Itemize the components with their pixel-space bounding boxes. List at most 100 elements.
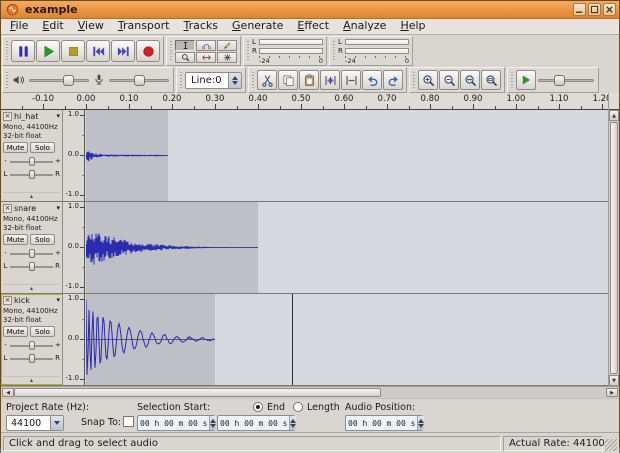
horizontal-scroll-track[interactable]	[14, 388, 606, 398]
gain-slider[interactable]: - +	[3, 339, 61, 351]
envelope-tool-button[interactable]	[196, 39, 216, 51]
redo-button[interactable]	[383, 70, 403, 91]
vertical-ruler[interactable]: 1.0 0.0 -1.0	[63, 294, 85, 386]
track-close-button[interactable]: ×	[3, 204, 12, 214]
waveform-display[interactable]	[85, 294, 608, 386]
waveform-display[interactable]	[85, 110, 608, 202]
audio-clip[interactable]	[86, 110, 168, 202]
vertical-scroll-thumb[interactable]	[610, 122, 618, 375]
mute-button[interactable]: Mute	[3, 234, 28, 246]
horizontal-scrollbar[interactable]: ◀ ▶	[1, 386, 619, 399]
timeline-ruler[interactable]: -0.10 0.00 0.10 0.20 0.30 0.40 0.50 0.60 0.70 0.8…	[1, 93, 608, 111]
audio-position-time[interactable]: 00 h 00 m 00 s	[345, 415, 425, 432]
slider-thumb[interactable]	[28, 248, 35, 258]
scroll-up-icon[interactable]: ▲	[609, 110, 619, 122]
selection-start-time[interactable]: 00 h 00 m 00 s	[137, 415, 217, 432]
input-volume-slider[interactable]	[108, 72, 170, 88]
track-collapse-button[interactable]: ▴	[3, 376, 60, 384]
end-radio-label[interactable]: End	[267, 402, 285, 413]
combo-spin-buttons[interactable]	[228, 72, 241, 88]
play-speed-slider[interactable]	[537, 72, 595, 88]
scroll-down-icon[interactable]: ▼	[609, 375, 619, 387]
selection-end-time[interactable]: 00 h 00 m 00 s	[217, 415, 297, 432]
audio-clip[interactable]	[86, 294, 215, 386]
menu-tracks[interactable]: Tracks	[176, 19, 225, 34]
playback-meter[interactable]: L R -24 0	[243, 36, 327, 67]
resize-grip-icon[interactable]	[605, 439, 617, 452]
menu-generate[interactable]: Generate	[225, 19, 290, 34]
time-spin-buttons[interactable]	[417, 416, 425, 431]
project-rate-combo[interactable]: 44100	[6, 415, 64, 432]
dropdown-arrow-icon[interactable]	[50, 416, 63, 431]
solo-button[interactable]: Solo	[30, 326, 55, 338]
mute-button[interactable]: Mute	[3, 142, 28, 154]
menu-effect[interactable]: Effect	[290, 19, 336, 34]
spin-up-icon[interactable]	[232, 75, 238, 80]
snap-to-checkbox[interactable]	[123, 416, 134, 428]
time-spin-buttons[interactable]	[289, 416, 297, 431]
vertical-scroll-track[interactable]	[609, 121, 619, 375]
multi-tool-button[interactable]	[217, 51, 237, 63]
track-control-panel[interactable]: × hi_hat ▾ Mono, 44100Hz 32-bit float Mute Sol…	[1, 110, 63, 202]
skip-to-start-button[interactable]	[86, 40, 110, 63]
time-digits[interactable]: 00 h 00 m 00 s	[218, 416, 289, 430]
play-button[interactable]	[36, 40, 60, 63]
vertical-scrollbar[interactable]: ▲ ▼	[608, 93, 619, 387]
menu-analyze[interactable]: Analyze	[336, 19, 393, 34]
trim-button[interactable]	[320, 70, 340, 91]
stop-button[interactable]	[61, 40, 85, 63]
draw-tool-button[interactable]	[217, 39, 237, 51]
record-button[interactable]	[136, 40, 160, 63]
paste-button[interactable]	[299, 70, 319, 91]
solo-button[interactable]: Solo	[30, 142, 55, 154]
length-radio-label[interactable]: Length	[307, 402, 340, 413]
time-digits[interactable]: 00 h 00 m 00 s	[138, 416, 209, 430]
spin-down-icon[interactable]	[232, 80, 238, 85]
skip-to-end-button[interactable]	[111, 40, 135, 63]
zoom-in-button[interactable]	[418, 70, 438, 91]
vertical-ruler[interactable]: 1.0 0.0 -1.0	[63, 202, 85, 294]
slider-thumb[interactable]	[553, 75, 565, 87]
undo-button[interactable]	[362, 70, 382, 91]
menu-file[interactable]: File	[3, 19, 35, 34]
track-control-panel[interactable]: × kick ▾ Mono, 44100Hz 32-bit float Mute Solo -…	[1, 294, 63, 386]
gain-slider[interactable]: - +	[3, 247, 61, 259]
fit-selection-button[interactable]	[460, 70, 480, 91]
scroll-right-icon[interactable]: ▶	[606, 388, 618, 398]
slider-thumb[interactable]	[28, 340, 35, 350]
selection-tool-button[interactable]	[175, 39, 195, 51]
timeshift-tool-button[interactable]	[196, 51, 216, 63]
zoom-tool-button[interactable]	[175, 51, 195, 63]
cut-button[interactable]	[257, 70, 277, 91]
solo-button[interactable]: Solo	[30, 234, 55, 246]
track-control-panel[interactable]: × snare ▾ Mono, 44100Hz 32-bit float Mute Solo…	[1, 202, 63, 294]
output-volume-slider[interactable]	[28, 72, 90, 88]
gain-slider[interactable]: - +	[3, 155, 61, 167]
slider-thumb[interactable]	[28, 169, 35, 179]
slider-thumb[interactable]	[63, 75, 75, 87]
mute-button[interactable]: Mute	[3, 326, 28, 338]
slider-thumb[interactable]	[28, 261, 35, 271]
pause-button[interactable]	[11, 40, 35, 63]
pan-slider[interactable]: LR	[3, 352, 60, 364]
menu-transport[interactable]: Transport	[111, 19, 177, 34]
end-radio[interactable]	[253, 402, 263, 413]
copy-button[interactable]	[278, 70, 298, 91]
zoom-out-button[interactable]	[439, 70, 459, 91]
maximize-button[interactable]	[588, 3, 601, 16]
silence-button[interactable]	[341, 70, 361, 91]
audio-clip[interactable]	[86, 202, 258, 294]
track-collapse-button[interactable]: ▴	[3, 284, 60, 292]
time-spin-buttons[interactable]	[209, 416, 217, 431]
vertical-ruler[interactable]: 1.0 0.0 -1.0	[63, 110, 85, 202]
track-menu-button[interactable]: ▾	[56, 205, 60, 212]
slider-thumb[interactable]	[28, 353, 35, 363]
pan-slider[interactable]: LR	[3, 168, 60, 180]
horizontal-scroll-thumb[interactable]	[14, 388, 382, 398]
length-radio[interactable]	[293, 402, 303, 413]
input-source-combo[interactable]: Line:0	[185, 71, 242, 89]
play-at-speed-button[interactable]	[516, 70, 536, 91]
menu-edit[interactable]: Edit	[35, 19, 70, 34]
titlebar[interactable]: example	[1, 1, 619, 19]
pan-slider[interactable]: LR	[3, 260, 60, 272]
